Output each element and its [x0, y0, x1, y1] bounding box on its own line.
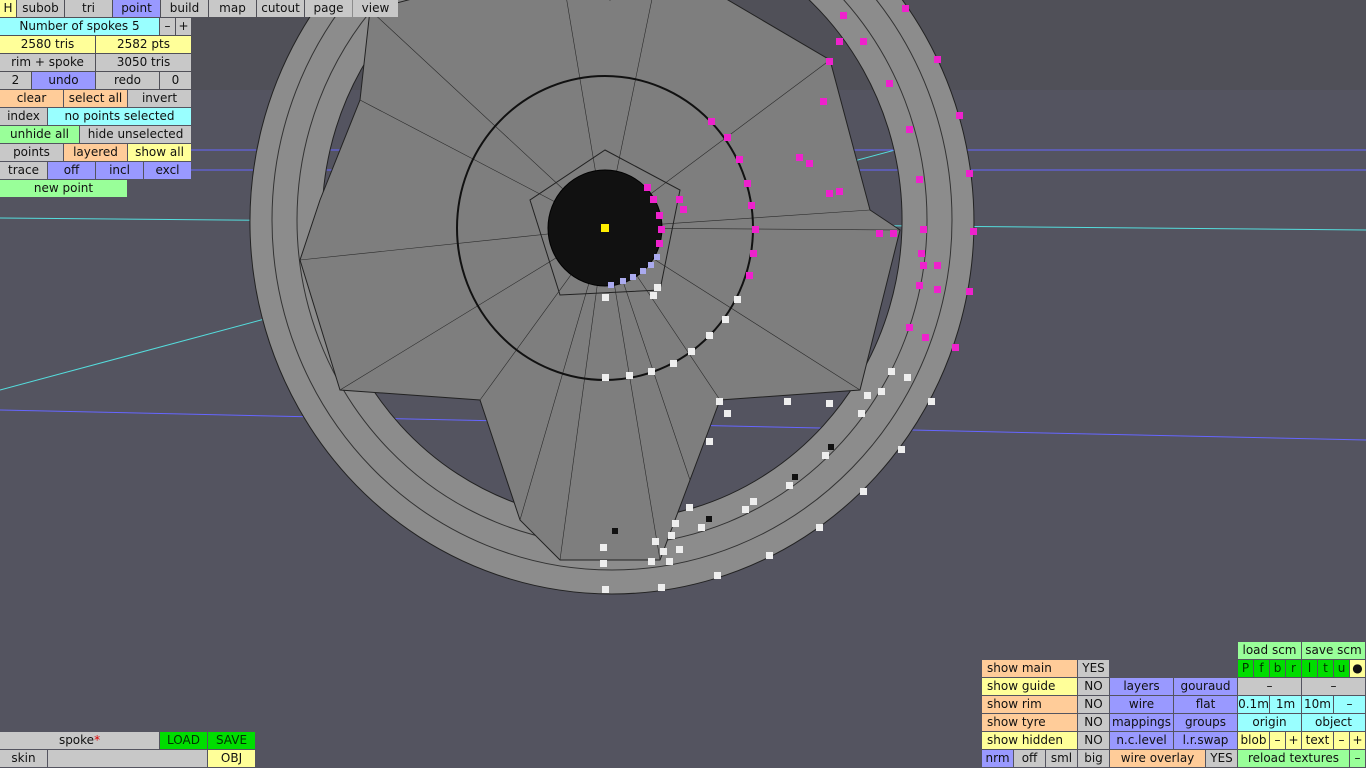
reload-minus-button[interactable]: –	[1350, 750, 1365, 767]
show-guide-label[interactable]: show guide	[982, 678, 1077, 695]
save-scm-button[interactable]: save scm	[1302, 642, 1365, 659]
blob-plus-button[interactable]: +	[1286, 732, 1301, 749]
show-tyre-label[interactable]: show tyre	[982, 714, 1077, 731]
tris-count: 2580 tris	[0, 36, 95, 53]
select-all-button[interactable]: select all	[64, 90, 127, 107]
invert-button[interactable]: invert	[128, 90, 191, 107]
text-minus-button[interactable]: –	[1334, 732, 1349, 749]
tab-subob[interactable]: subob	[17, 0, 64, 17]
scale-10m-button[interactable]: 10m	[1302, 696, 1333, 713]
view-r-button[interactable]: r	[1286, 660, 1301, 677]
view-p-button[interactable]: P	[1238, 660, 1253, 677]
skin-label: skin	[0, 750, 47, 767]
blob-minus-button[interactable]: –	[1270, 732, 1285, 749]
dash-button-2[interactable]: –	[1302, 678, 1365, 695]
show-rim-value[interactable]: NO	[1078, 696, 1109, 713]
scale-1m-button[interactable]: 1m	[1270, 696, 1301, 713]
flat-button[interactable]: flat	[1174, 696, 1237, 713]
hide-unselected-button[interactable]: hide unselected	[80, 126, 191, 143]
load-scm-button[interactable]: load scm	[1238, 642, 1301, 659]
clear-button[interactable]: clear	[0, 90, 63, 107]
number-of-spokes-label: Number of spokes 5	[0, 18, 159, 35]
spokes-increase-button[interactable]: +	[176, 18, 191, 35]
size-sml-button[interactable]: sml	[1046, 750, 1077, 767]
wire-overlay-label[interactable]: wire overlay	[1110, 750, 1205, 767]
tab-tri[interactable]: tri	[65, 0, 112, 17]
view-dot-button[interactable]: ●	[1350, 660, 1365, 677]
origin-button[interactable]: origin	[1238, 714, 1301, 731]
reload-textures-button[interactable]: reload textures	[1238, 750, 1349, 767]
view-t-button[interactable]: t	[1318, 660, 1333, 677]
size-big-button[interactable]: big	[1078, 750, 1109, 767]
undo-count: 2	[0, 72, 31, 89]
pts-count: 2582 pts	[96, 36, 191, 53]
view-b-button[interactable]: b	[1270, 660, 1285, 677]
redo-button[interactable]: redo	[96, 72, 159, 89]
trace-off-button[interactable]: off	[48, 162, 95, 179]
skin-field[interactable]	[48, 750, 207, 767]
tab-page[interactable]: page	[305, 0, 352, 17]
tab-view[interactable]: view	[353, 0, 398, 17]
save-button[interactable]: SAVE	[208, 732, 255, 749]
size-off-button[interactable]: off	[1014, 750, 1045, 767]
points-button[interactable]: points	[0, 144, 63, 161]
trace-button[interactable]: trace	[0, 162, 47, 179]
dash-button-1[interactable]: –	[1238, 678, 1301, 695]
gouraud-button[interactable]: gouraud	[1174, 678, 1237, 695]
tab-point[interactable]: point	[113, 0, 160, 17]
layered-button[interactable]: layered	[64, 144, 127, 161]
blob-label: blob	[1238, 732, 1269, 749]
rim-spoke-label: rim + spoke	[0, 54, 95, 71]
selection-status: no points selected	[48, 108, 191, 125]
size-nrm-button[interactable]: nrm	[982, 750, 1013, 767]
scale-minus-button[interactable]: –	[1334, 696, 1365, 713]
view-f-button[interactable]: f	[1254, 660, 1269, 677]
trace-incl-button[interactable]: incl	[96, 162, 143, 179]
wire-overlay-value[interactable]: YES	[1206, 750, 1237, 767]
redo-count: 0	[160, 72, 191, 89]
filename-field[interactable]: spoke*	[0, 732, 159, 749]
3d-viewport[interactable]	[0, 0, 1366, 768]
spokes-decrease-button[interactable]: –	[160, 18, 175, 35]
tab-cutout[interactable]: cutout	[257, 0, 304, 17]
groups-button[interactable]: groups	[1174, 714, 1237, 731]
object-button[interactable]: object	[1302, 714, 1365, 731]
modified-indicator: *	[94, 733, 101, 747]
show-main-label[interactable]: show main	[982, 660, 1077, 677]
obj-button[interactable]: OBJ	[208, 750, 255, 767]
tab-build[interactable]: build	[161, 0, 208, 17]
mappings-button[interactable]: mappings	[1110, 714, 1173, 731]
layers-button[interactable]: layers	[1110, 678, 1173, 695]
trace-excl-button[interactable]: excl	[144, 162, 191, 179]
load-button[interactable]: LOAD	[160, 732, 207, 749]
filename-text: spoke	[58, 733, 95, 747]
show-hidden-value[interactable]: NO	[1078, 732, 1109, 749]
new-point-button[interactable]: new point	[0, 180, 127, 197]
nc-level-button[interactable]: n.c.level	[1110, 732, 1173, 749]
scale-01m-button[interactable]: 0.1m	[1238, 696, 1269, 713]
text-label: text	[1302, 732, 1333, 749]
rim-spoke-tris: 3050 tris	[96, 54, 191, 71]
view-l-button[interactable]: l	[1302, 660, 1317, 677]
view-u-button[interactable]: u	[1334, 660, 1349, 677]
show-hidden-label[interactable]: show hidden	[982, 732, 1077, 749]
show-tyre-value[interactable]: NO	[1078, 714, 1109, 731]
undo-button[interactable]: undo	[32, 72, 95, 89]
show-rim-label[interactable]: show rim	[982, 696, 1077, 713]
tab-map[interactable]: map	[209, 0, 256, 17]
show-all-button[interactable]: show all	[128, 144, 191, 161]
lr-swap-button[interactable]: l.r.swap	[1174, 732, 1237, 749]
unhide-all-button[interactable]: unhide all	[0, 126, 79, 143]
show-main-value[interactable]: YES	[1078, 660, 1109, 677]
help-button[interactable]: H	[0, 0, 16, 17]
show-guide-value[interactable]: NO	[1078, 678, 1109, 695]
index-button[interactable]: index	[0, 108, 47, 125]
wire-button[interactable]: wire	[1110, 696, 1173, 713]
text-plus-button[interactable]: +	[1350, 732, 1365, 749]
